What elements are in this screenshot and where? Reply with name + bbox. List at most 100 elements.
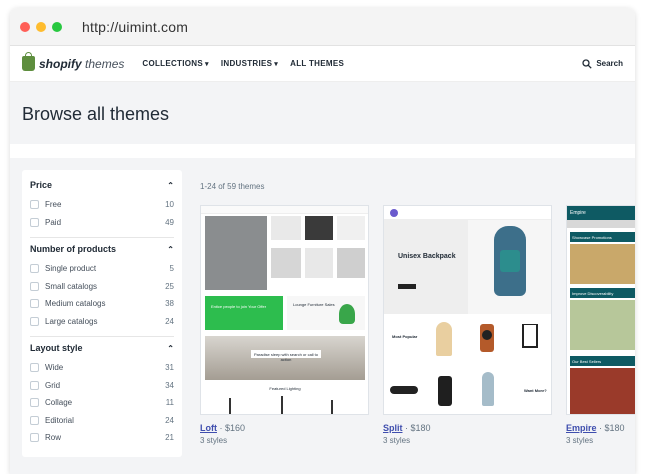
filter-checkbox[interactable] (30, 316, 39, 326)
chevron-up-icon[interactable]: ⌃ (167, 245, 174, 254)
filter-sidebar: Price ⌃ Free 10 Paid 49 Number of products ⌃ Sin… (22, 170, 182, 457)
nav-all-themes[interactable]: ALL THEMES (290, 59, 344, 68)
filter-checkbox[interactable] (30, 264, 39, 274)
filter-group-header[interactable]: Layout style ⌃ (30, 343, 174, 353)
maximize-window-button[interactable] (52, 21, 62, 32)
logo-light-text: themes (85, 56, 125, 71)
filter-option[interactable]: Collage 11 (30, 394, 174, 412)
shopify-themes-logo[interactable]: shopify themes (22, 52, 125, 71)
filter-checkbox[interactable] (30, 398, 39, 408)
filter-option[interactable]: Small catalogs 25 (30, 278, 174, 296)
theme-grid: Entice people to join Your Offer Lounge … (200, 205, 635, 445)
empire-promo-2: Improve Discoverability (570, 288, 635, 298)
theme-styles-count: 3 styles (566, 436, 594, 445)
filter-option-count: 49 (165, 217, 174, 227)
filter-option[interactable]: Grid 34 (30, 377, 174, 395)
chevron-up-icon[interactable]: ⌃ (167, 344, 174, 353)
chevron-up-icon[interactable]: ⌃ (167, 181, 174, 190)
minimize-window-button[interactable] (36, 21, 46, 32)
filter-option-count: 25 (165, 281, 174, 291)
filter-option[interactable]: Medium catalogs 38 (30, 295, 174, 313)
theme-name-row: Split · $180 (383, 423, 431, 433)
browser-toolbar: http://uimint.com (10, 8, 635, 46)
filter-option-label: Medium catalogs (45, 299, 106, 309)
chevron-down-icon: ▾ (205, 61, 209, 68)
split-headline: Unisex Backpack (398, 253, 456, 260)
filter-option-count: 10 (165, 200, 174, 210)
filter-option-count: 34 (165, 380, 174, 390)
loft-paradise-banner: Paradise sleep with search or call to ac… (251, 350, 321, 362)
loft-lighting-label: Featured Lighting (269, 386, 301, 391)
empire-promo-3: Our Best Sellers (570, 356, 635, 366)
filter-option[interactable]: Editorial 24 (30, 412, 174, 430)
filter-checkbox[interactable] (30, 380, 39, 390)
theme-link-split[interactable]: Split (383, 423, 403, 433)
filter-option[interactable]: Wide 31 (30, 359, 174, 377)
filter-option-label: Paid (45, 217, 62, 227)
empire-promo-1: Showcase Promotions (570, 232, 635, 242)
theme-name-row: Empire · $180 (566, 423, 625, 433)
theme-styles-count: 3 styles (200, 436, 228, 445)
filter-group-title: Number of products (30, 244, 117, 254)
filter-option-count: 31 (165, 363, 174, 373)
nav-industries[interactable]: INDUSTRIES ▾ (221, 59, 278, 68)
theme-card-split[interactable]: Unisex Backpack Most Popular Want More? … (383, 205, 552, 445)
filter-option[interactable]: Free 10 (30, 196, 174, 214)
theme-name-row: Loft · $160 (200, 423, 246, 433)
theme-link-loft[interactable]: Loft (200, 423, 217, 433)
filter-option-count: 11 (165, 398, 174, 408)
filter-group: Price ⌃ Free 10 Paid 49 (30, 174, 174, 238)
address-bar[interactable]: http://uimint.com (82, 19, 188, 35)
filter-option-count: 24 (165, 316, 174, 326)
filter-option[interactable]: Row 21 (30, 429, 174, 447)
browser-window: http://uimint.com shopify themes COLLECT… (10, 8, 635, 474)
filter-option-label: Collage (45, 398, 73, 408)
shopify-bag-icon (22, 52, 35, 71)
results-count: 1-24 of 59 themes (200, 182, 265, 191)
nav-collections-label: COLLECTIONS (142, 59, 204, 68)
filter-option-label: Wide (45, 363, 64, 373)
filter-option-label: Grid (45, 380, 61, 390)
page-title: Browse all themes (22, 104, 170, 124)
filter-group: Number of products ⌃ Single product 5 Small … (30, 238, 174, 337)
theme-card-loft[interactable]: Entice people to join Your Offer Lounge … (200, 205, 369, 445)
nav-collections[interactable]: COLLECTIONS ▾ (142, 59, 208, 68)
filter-group-title: Price (30, 180, 53, 190)
theme-preview-loft[interactable]: Entice people to join Your Offer Lounge … (200, 205, 369, 415)
close-window-button[interactable] (20, 21, 30, 32)
filter-checkbox[interactable] (30, 363, 39, 373)
filter-group: Layout style ⌃ Wide 31 Grid 34 Collage 11 Editor… (30, 337, 174, 453)
split-most-popular: Most Popular (392, 334, 418, 339)
filter-group-header[interactable]: Number of products ⌃ (30, 244, 174, 254)
filter-option-count: 21 (165, 433, 174, 443)
top-navigation: shopify themes COLLECTIONS ▾ INDUSTRIES ▾ … (10, 46, 635, 82)
filter-option[interactable]: Large catalogs 24 (30, 313, 174, 331)
theme-price: $180 (410, 423, 431, 433)
theme-preview-split[interactable]: Unisex Backpack Most Popular Want More? (383, 205, 552, 415)
filter-checkbox[interactable] (30, 217, 39, 227)
loft-promo-banner: Entice people to join Your Offer (205, 296, 283, 330)
filter-checkbox[interactable] (30, 415, 39, 425)
logo-bold-text: shopify (39, 56, 82, 71)
theme-link-empire[interactable]: Empire (566, 423, 597, 433)
filter-checkbox[interactable] (30, 299, 39, 309)
empire-brand: Empire (567, 206, 635, 220)
filter-option-label: Large catalogs (45, 316, 98, 326)
theme-preview-empire[interactable]: Empire Showcase Promotions Improve Disco… (566, 205, 635, 415)
filter-checkbox[interactable] (30, 200, 39, 210)
filter-group-header[interactable]: Price ⌃ (30, 180, 174, 190)
search-button[interactable]: Search (582, 58, 623, 69)
theme-card-empire[interactable]: Empire Showcase Promotions Improve Disco… (566, 205, 635, 445)
filter-checkbox[interactable] (30, 433, 39, 443)
filter-option-label: Free (45, 200, 62, 210)
theme-price: $180 (604, 423, 625, 433)
filter-checkbox[interactable] (30, 281, 39, 291)
theme-styles-count: 3 styles (383, 436, 411, 445)
filter-option[interactable]: Paid 49 (30, 214, 174, 232)
filter-option-count: 24 (165, 415, 174, 425)
filter-option-label: Editorial (45, 415, 74, 425)
chevron-down-icon: ▾ (274, 61, 279, 68)
filter-option[interactable]: Single product 5 (30, 260, 174, 278)
filter-option-label: Single product (45, 264, 97, 274)
search-icon (582, 58, 592, 69)
